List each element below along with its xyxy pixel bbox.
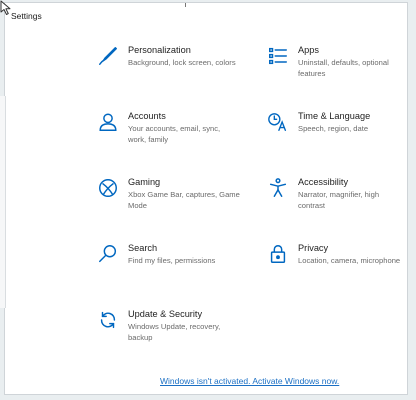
search-icon (97, 243, 119, 265)
time-language-icon (267, 111, 289, 133)
tile-name: Privacy (298, 243, 329, 253)
title-bar-marker (185, 3, 186, 7)
mouse-cursor-icon (0, 0, 14, 16)
window-title: Settings (11, 11, 42, 21)
tile-accounts[interactable]: Accounts Your accounts, email, sync, wor… (97, 111, 227, 145)
tile-name: Accounts (128, 111, 166, 121)
title-bar: Settings (5, 3, 407, 29)
tile-description: Background, lock screen, colors (128, 58, 236, 67)
settings-window: Settings Personalization Background, loc… (4, 2, 408, 395)
tile-name: Time & Language (298, 111, 371, 121)
tile-description: Speech, region, date (298, 124, 369, 133)
background-window-edge (0, 96, 6, 308)
tile-description: Location, camera, microphone (298, 256, 401, 265)
tile-update-security[interactable]: Update & Security Windows Update, recove… (97, 309, 227, 343)
tile-time-language[interactable]: Time & Language Speech, region, date (267, 111, 407, 135)
sync-icon (97, 309, 119, 331)
tile-description: Find my files, permissions (128, 256, 216, 265)
tile-description: Narrator, magnifier, high contrast (298, 190, 380, 210)
tile-name: Personalization (128, 45, 191, 55)
tile-personalization[interactable]: Personalization Background, lock screen,… (97, 45, 257, 69)
tile-description: Uninstall, defaults, optional features (298, 58, 389, 78)
tile-privacy[interactable]: Privacy Location, camera, microphone (267, 243, 407, 267)
tile-name: Apps (298, 45, 319, 55)
xbox-icon (97, 177, 119, 199)
lock-icon (267, 243, 289, 265)
apps-list-icon (267, 45, 289, 67)
tile-description: Xbox Game Bar, captures, Game Mode (128, 190, 240, 210)
pen-icon (97, 45, 119, 67)
person-icon (97, 111, 119, 133)
tile-gaming[interactable]: Gaming Xbox Game Bar, captures, Game Mod… (97, 177, 247, 211)
tile-name: Gaming (128, 177, 161, 187)
tile-accessibility[interactable]: Accessibility Narrator, magnifier, high … (267, 177, 407, 211)
tile-name: Search (128, 243, 158, 253)
tile-name: Accessibility (298, 177, 349, 187)
tile-description: Windows Update, recovery, backup (128, 322, 221, 342)
tile-search[interactable]: Search Find my files, permissions (97, 243, 247, 267)
activate-windows-link[interactable]: Windows isn't activated. Activate Window… (160, 376, 339, 386)
tile-apps[interactable]: Apps Uninstall, defaults, optional featu… (267, 45, 402, 79)
tile-name: Update & Security (128, 309, 203, 319)
accessibility-icon (267, 177, 289, 199)
tile-description: Your accounts, email, sync, work, family (128, 124, 221, 144)
